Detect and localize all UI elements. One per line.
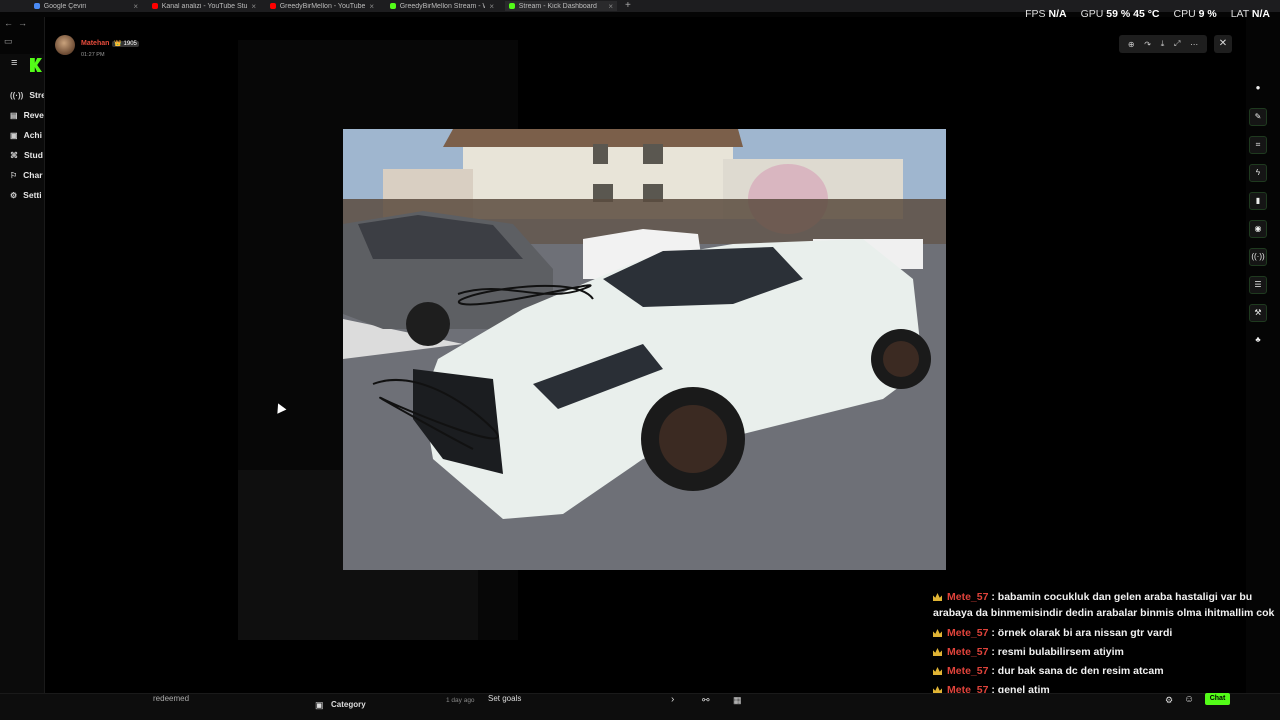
cpu-stat: CPU 9 % [1173,8,1217,20]
viewer-toolbar: ⊕ ↷ ⤓ ⤢ ⋯ [1119,35,1207,53]
more-options-icon[interactable]: ⋯ [1190,40,1198,49]
chat-message: Mete_57 : resmi bulabilirsem atiyim [933,643,1278,662]
kick-nav: ((·)) Strea ▤ Reve ▣ Achi ⌘ Stud ⚐ Char ⚙ Sett… [0,54,51,694]
sidebar-item-settings[interactable]: ⚙ Setti [10,190,42,200]
emote-icon[interactable]: ☺ [1184,694,1194,705]
achievements-icon: ▣ [10,130,18,140]
close-tab-icon[interactable]: × [489,2,494,11]
crown-badge-icon [933,629,942,637]
chat-message: Mete_57 : babamin cocukluk dan gelen ara… [933,591,1275,619]
edit-icon[interactable]: ✎ [1249,108,1267,126]
close-tab-icon[interactable]: × [369,2,374,11]
chat-bubble-icon[interactable]: ◉ [1249,220,1267,238]
list-icon[interactable]: ☰ [1249,276,1267,294]
crown-badge-icon [933,593,942,601]
chat-overlay: Mete_57 : babamin cocukluk dan gelen ara… [933,589,1278,700]
wrench-icon[interactable]: ⚒ [1249,304,1267,322]
set-goals-button[interactable]: Set goals [488,694,521,703]
chat-send-button[interactable]: Chat [1205,693,1230,705]
chat-message: Mete_57 : örnek olarak bi ara nissan gtr… [933,624,1278,643]
download-icon[interactable]: ⤓ [1161,39,1165,49]
poster-name[interactable]: Matehan [81,40,109,47]
kick-icon [390,3,396,9]
bookmark-icon[interactable]: ▭ [4,36,13,47]
sidebar-item-studio[interactable]: ⌘ Stud [10,150,43,160]
zoom-icon[interactable]: ⊕ [1128,40,1135,49]
dashboard-bottom-bar: redeemed ▣ Category 1 day ago Set goals … [0,693,1280,720]
forward-icon[interactable]: → [18,18,27,28]
right-icon-rail: ● ✎ ⌗ ϟ ▮ ◉ ((·)) ☰ ⚒ ♣ [1249,80,1271,360]
crown-badge-icon [933,667,942,675]
back-icon[interactable]: ← [4,18,13,28]
sidebar-item-revenue[interactable]: ▤ Reve [10,110,44,120]
tab-kick-watch[interactable]: GreedyBirMellon Stream - Watch× [386,1,498,11]
sidebar-item-channel[interactable]: ⚐ Char [10,170,43,180]
tab-youtube-studio[interactable]: Kanal analizi - YouTube Studio × [148,1,260,11]
close-tab-icon[interactable]: × [133,2,138,11]
kick-icon [509,3,515,9]
lightning-icon[interactable]: ϟ [1249,164,1267,182]
info-icon[interactable]: ● [1249,80,1267,98]
gpu-stat: GPU 59 % 45 °C [1080,8,1160,20]
redeemed-text: redeemed [153,694,190,703]
close-viewer-button[interactable]: ✕ [1214,35,1232,53]
image-poster: Matehan 👑 1905 01:27 PM [55,32,139,58]
poster-timestamp: 01:27 PM [81,52,105,58]
chat-message: Mete_57 : dur bak sana dc den resim atca… [933,662,1278,681]
category-label[interactable]: Category [331,700,366,709]
poster-badge: 👑 1905 [112,41,139,47]
youtube-icon [270,3,276,9]
close-tab-icon[interactable]: × [251,2,256,11]
stream-icon: ((·)) [10,90,24,100]
calendar-icon[interactable]: ▦ [733,695,742,706]
forward-icon[interactable]: ↷ [1144,40,1151,49]
chevron-right-icon[interactable]: › [671,694,674,705]
revenue-icon: ▤ [10,110,18,120]
gear-icon[interactable]: ⚙ [1165,695,1173,706]
tab-google-translate[interactable]: Google Çeviri × [30,1,142,11]
studio-icon: ⌘ [10,150,18,160]
lat-stat: LAT N/A [1230,8,1270,20]
avatar[interactable] [55,35,75,55]
new-tab-button[interactable]: + [625,0,631,11]
category-icon: ▣ [315,700,324,710]
performance-overlay: FPS N/A GPU 59 % 45 °C CPU 9 % LAT N/A [1025,8,1270,20]
settings-icon: ⚙ [10,190,18,200]
broadcast-icon[interactable]: ((·)) [1249,248,1267,266]
clipboard-icon[interactable]: ▮ [1249,192,1267,210]
people-icon[interactable]: ♣ [1249,332,1267,350]
fps-stat: FPS N/A [1025,8,1067,20]
car-photo [343,129,946,570]
category-timestamp: 1 day ago [446,697,475,704]
channel-icon: ⚐ [10,170,18,180]
tab-youtube-channel[interactable]: GreedyBirMellon - YouTube × [266,1,378,11]
sidebar-item-achievements[interactable]: ▣ Achi [10,130,42,140]
open-external-icon[interactable]: ⤢ [1174,39,1180,49]
tab-kick-dashboard[interactable]: Stream - Kick Dashboard × [505,1,617,11]
link-icon[interactable]: ⚯ [702,695,710,706]
crop-icon[interactable]: ⌗ [1249,136,1267,154]
browser-nav: ← → ▭ [0,14,50,54]
crown-badge-icon [933,648,942,656]
google-translate-icon [34,3,40,9]
close-tab-icon[interactable]: × [608,2,613,11]
youtube-studio-icon [152,3,158,9]
